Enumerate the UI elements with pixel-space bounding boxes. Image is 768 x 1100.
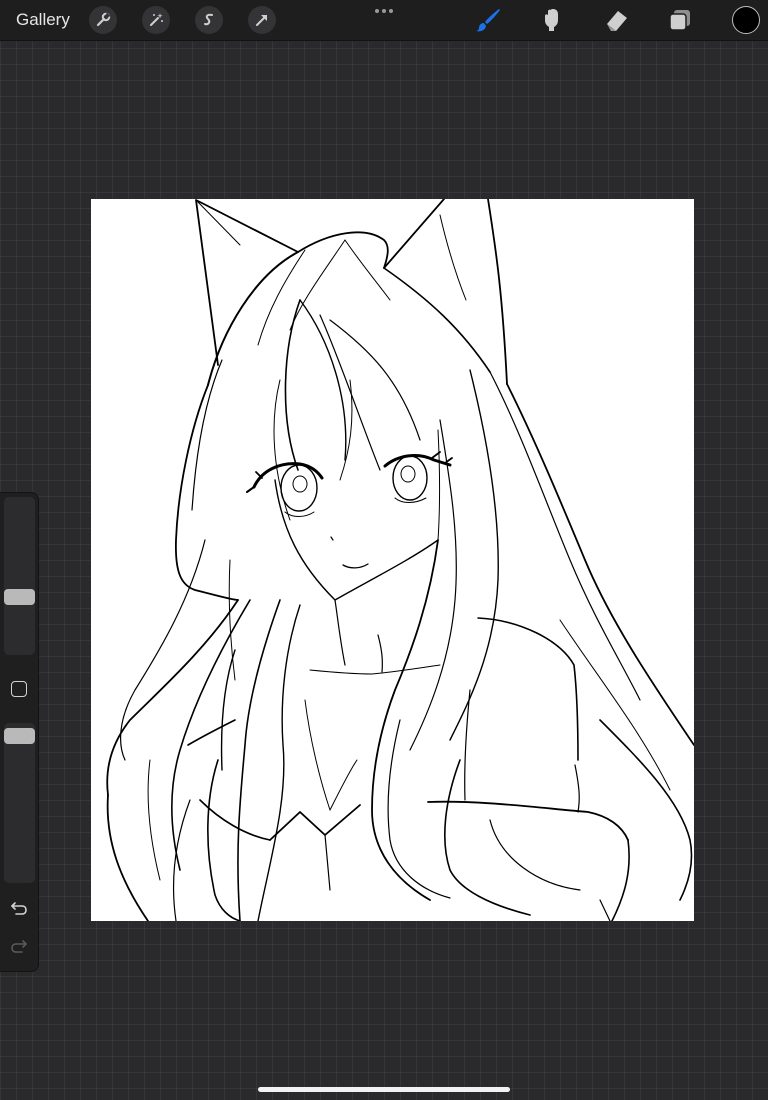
color-picker-swatch[interactable] (732, 6, 760, 34)
home-indicator[interactable] (258, 1087, 510, 1092)
left-sidebar (0, 492, 39, 972)
brush-size-handle[interactable] (4, 589, 35, 605)
line-art-drawing (106, 199, 694, 921)
eraser-icon[interactable] (600, 4, 632, 36)
smudge-icon[interactable] (536, 4, 568, 36)
gallery-button[interactable]: Gallery (16, 10, 70, 30)
magic-wand-icon[interactable] (142, 6, 170, 34)
ellipsis-icon[interactable] (370, 2, 398, 18)
undo-icon[interactable] (7, 897, 31, 919)
layers-icon[interactable] (664, 4, 696, 36)
transform-arrow-icon[interactable] (248, 6, 276, 34)
selection-icon[interactable] (195, 6, 223, 34)
drawing-canvas[interactable] (91, 199, 694, 921)
brush-icon[interactable] (472, 4, 504, 36)
opacity-slider[interactable] (4, 723, 35, 883)
wrench-icon[interactable] (89, 6, 117, 34)
modify-square-icon[interactable] (11, 681, 27, 697)
brush-size-slider[interactable] (4, 497, 35, 655)
opacity-handle[interactable] (4, 728, 35, 744)
top-toolbar: Gallery (0, 0, 768, 41)
redo-icon[interactable] (7, 935, 31, 957)
